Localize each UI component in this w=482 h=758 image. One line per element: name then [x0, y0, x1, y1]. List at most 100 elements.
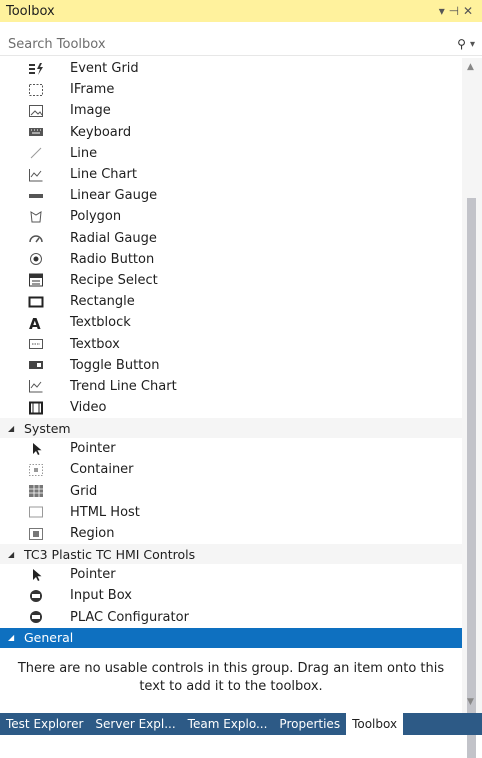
toolbox-item[interactable]: Trend Line Chart: [0, 376, 462, 397]
radio-button-icon: [27, 251, 45, 267]
group-label: General: [24, 630, 74, 646]
toolbox-item[interactable]: Image: [0, 100, 462, 121]
search-options-icon[interactable]: ▾: [470, 39, 475, 50]
pointer-icon: [27, 441, 45, 457]
collapse-triangle-icon[interactable]: ◢: [8, 550, 18, 559]
toolbox-item[interactable]: Toggle Button: [0, 355, 462, 376]
toolbox-item[interactable]: Keyboard: [0, 122, 462, 143]
vertical-scrollbar[interactable]: ▲ ▼: [462, 58, 482, 758]
dropdown-icon[interactable]: ▾: [439, 4, 445, 18]
linear-gauge-icon: [27, 188, 45, 204]
scroll-up-icon[interactable]: ▲: [467, 62, 474, 72]
toolbox-item-label: Region: [70, 526, 115, 542]
toolbox-item[interactable]: Rectangle: [0, 291, 462, 312]
panel-title: Toolbox: [6, 3, 55, 19]
search-box[interactable]: Search Toolbox ⚲ ▾: [0, 33, 482, 56]
toolbox-item[interactable]: Container: [0, 459, 462, 480]
toolbox-item-label: PLAC Configurator: [70, 609, 189, 625]
toolbox-item[interactable]: Radial Gauge: [0, 228, 462, 249]
toolbox-item[interactable]: Linear Gauge: [0, 185, 462, 206]
line-icon: [27, 145, 45, 161]
video-icon: [27, 400, 45, 416]
polygon-icon: [27, 209, 45, 225]
event-grid-icon: [27, 61, 45, 77]
toolbox-item[interactable]: HTML Host: [0, 502, 462, 523]
toolbox-item[interactable]: Polygon: [0, 206, 462, 227]
toolbox-item[interactable]: Grid: [0, 481, 462, 502]
group-label: TC3 Plastic TC HMI Controls: [24, 546, 196, 562]
toolbox-item-label: Container: [70, 462, 134, 478]
toolbox-item-label: Event Grid: [70, 61, 139, 77]
container-icon: [27, 462, 45, 478]
tab-test-explorer[interactable]: Test Explorer: [0, 713, 89, 735]
toolbox-item-label: Recipe Select: [70, 272, 158, 288]
pin-icon[interactable]: ⊣: [449, 4, 459, 18]
toolbox-item-label: Linear Gauge: [70, 188, 158, 204]
toolbox-item-label: Textblock: [70, 315, 131, 331]
toolbox-item[interactable]: Event Grid: [0, 58, 462, 79]
toolbox-item-label: Radio Button: [70, 251, 155, 267]
plac-configurator-icon: [27, 609, 45, 625]
toolbox-item[interactable]: Line Chart: [0, 164, 462, 185]
group-header[interactable]: ◢ General: [0, 627, 462, 648]
toolbox-item-label: Trend Line Chart: [70, 378, 177, 394]
image-icon: [27, 103, 45, 119]
toolbox-item-label: Line: [70, 145, 98, 161]
toolbox-item[interactable]: Region: [0, 523, 462, 544]
toolbox-item-label: Input Box: [70, 588, 132, 604]
grid-icon: [27, 483, 45, 499]
toolbox-item-label: Pointer: [70, 441, 116, 457]
radial-gauge-icon: [27, 230, 45, 246]
toolbox-item[interactable]: Textbox: [0, 333, 462, 354]
input-box-icon: [27, 588, 45, 604]
collapse-triangle-icon[interactable]: ◢: [8, 424, 18, 433]
toolbox-item[interactable]: A Textblock: [0, 312, 462, 333]
tab-toolbox[interactable]: Toolbox: [346, 713, 404, 735]
toolbox-item-label: Video: [70, 400, 107, 416]
toolbox-item-label: IFrame: [70, 82, 115, 98]
empty-group-message[interactable]: There are no usable controls in this gro…: [0, 648, 462, 696]
toolbox-item-label: Pointer: [70, 567, 116, 583]
close-icon[interactable]: ✕: [463, 4, 473, 18]
toolbox-item-label: HTML Host: [70, 504, 140, 520]
toolbox-item[interactable]: Input Box: [0, 585, 462, 606]
recipe-select-icon: [27, 272, 45, 288]
toolbox-item[interactable]: Radio Button: [0, 249, 462, 270]
tab-team-explo[interactable]: Team Explo...: [182, 713, 274, 735]
pointer-icon: [27, 567, 45, 583]
keyboard-icon: [27, 124, 45, 140]
toolbox-item[interactable]: Line: [0, 143, 462, 164]
svg-text:A: A: [29, 316, 41, 330]
line-chart-icon: [27, 167, 45, 183]
toolbox-item-label: Radial Gauge: [70, 230, 157, 246]
toolbox-item-label: Polygon: [70, 209, 122, 225]
search-icon[interactable]: ⚲: [457, 37, 466, 51]
window-controls[interactable]: ▾ ⊣ ✕: [439, 4, 473, 18]
tab-properties[interactable]: Properties: [273, 713, 346, 735]
toolbox-item-label: Toggle Button: [70, 357, 160, 373]
html-host-icon: [27, 504, 45, 520]
bottom-tab-bar: Test Explorer Server Expl... Team Explo...…: [0, 713, 482, 735]
tab-server-expl[interactable]: Server Expl...: [89, 713, 181, 735]
scroll-thumb[interactable]: [467, 198, 476, 758]
toolbox-item-label: Rectangle: [70, 294, 135, 310]
group-header[interactable]: ◢ System: [0, 418, 462, 439]
toolbox-item[interactable]: Recipe Select: [0, 270, 462, 291]
toolbox-item[interactable]: IFrame: [0, 79, 462, 100]
collapse-triangle-icon[interactable]: ◢: [8, 633, 18, 642]
toggle-button-icon: [27, 357, 45, 373]
toolbox-item-label: Keyboard: [70, 124, 132, 140]
toolbox-item[interactable]: Pointer: [0, 438, 462, 459]
group-label: System: [24, 420, 71, 436]
scroll-down-icon[interactable]: ▼: [467, 697, 474, 707]
iframe-icon: [27, 82, 45, 98]
rectangle-icon: [27, 294, 45, 310]
toolbox-item[interactable]: PLAC Configurator: [0, 607, 462, 628]
toolbox-item[interactable]: Video: [0, 397, 462, 418]
toolbox-item-label: Grid: [70, 483, 98, 499]
group-header[interactable]: ◢ TC3 Plastic TC HMI Controls: [0, 544, 462, 565]
toolbox-item[interactable]: Pointer: [0, 564, 462, 585]
search-input[interactable]: Search Toolbox: [0, 37, 457, 52]
region-icon: [27, 526, 45, 542]
textbox-icon: [27, 336, 45, 352]
